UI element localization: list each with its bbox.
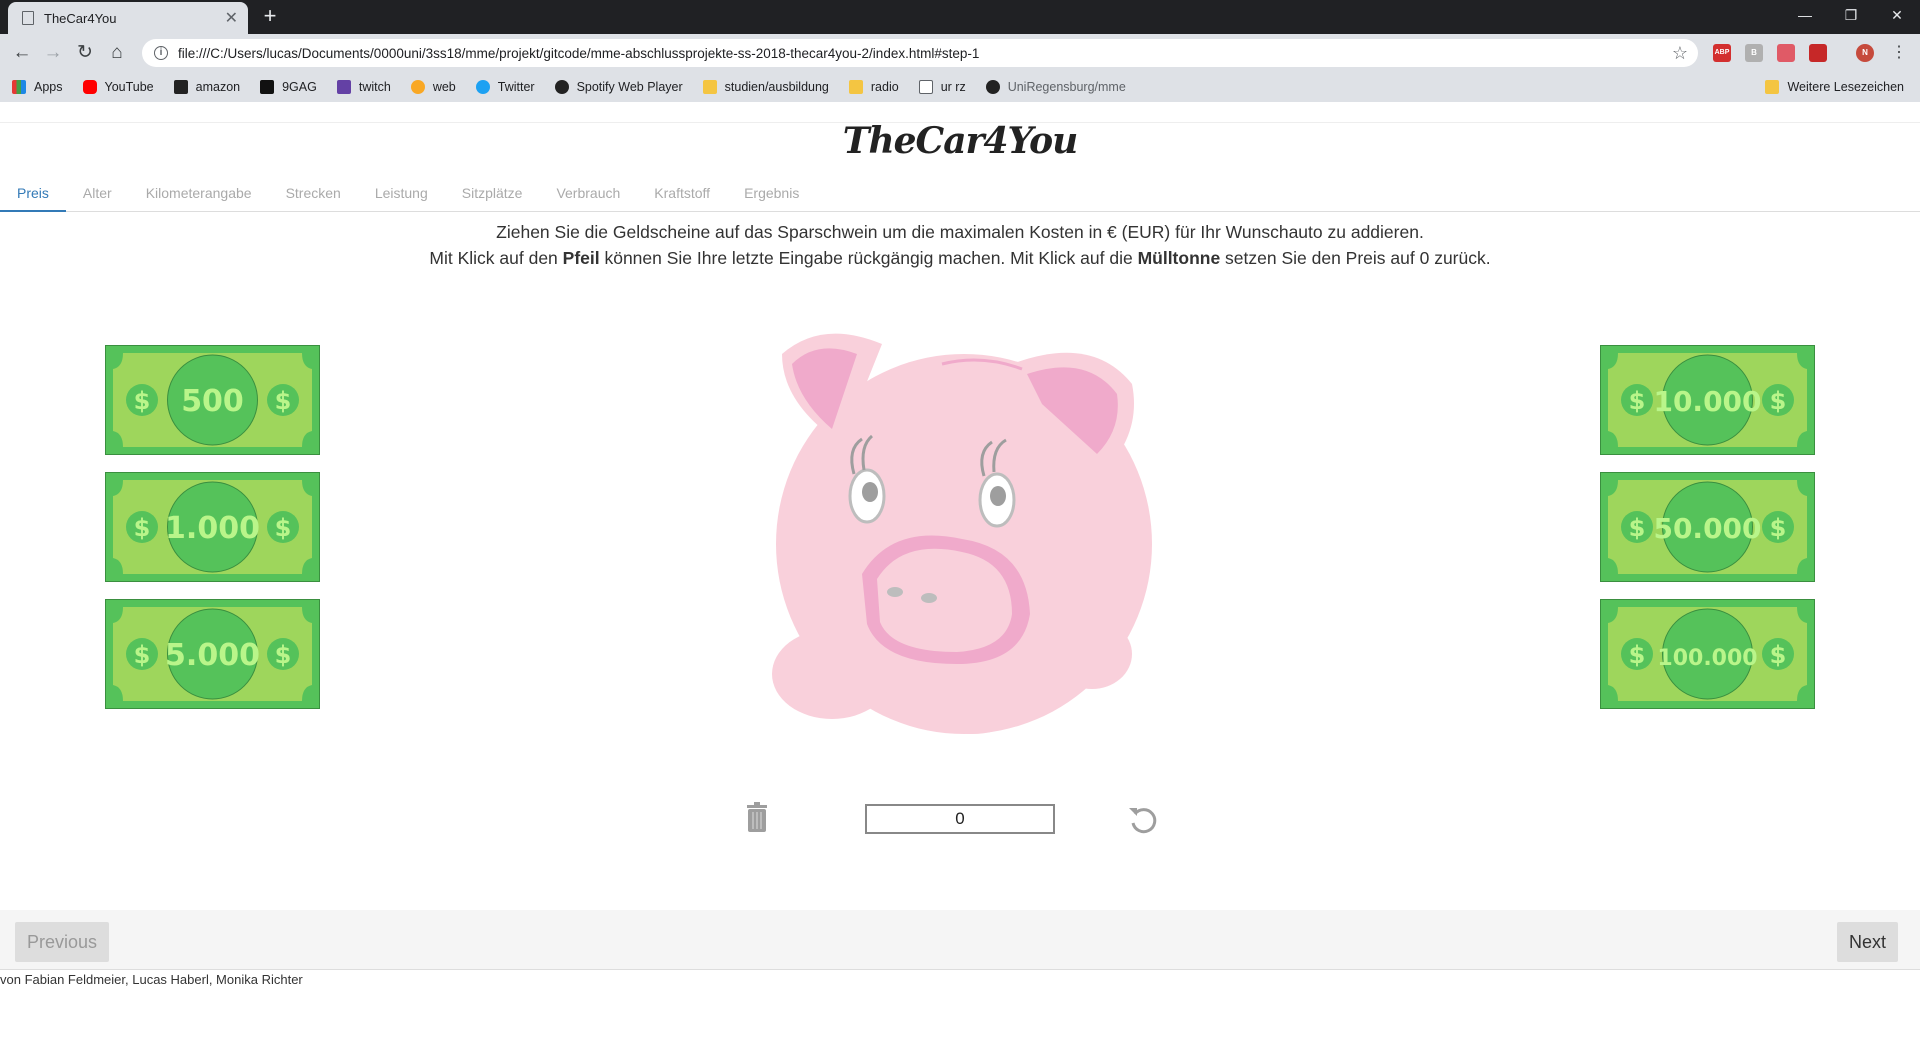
bookmarks-bar: Apps YouTube amazon 9GAG twitch web Twit… — [0, 72, 1920, 102]
bookmark-other[interactable]: Weitere Lesezeichen — [1753, 72, 1912, 102]
browser-toolbar: ← → ↻ ⌂ i file:///C:/Users/lucas/Documen… — [0, 34, 1920, 72]
money-bill-5000[interactable]: $ $5.000 — [105, 599, 320, 709]
menu-icon[interactable]: ⋮ — [1885, 39, 1913, 67]
undo-arrow-icon[interactable] — [1127, 804, 1157, 834]
money-bill-500[interactable]: $ $500 — [105, 345, 320, 455]
apps-icon — [12, 80, 26, 94]
bookmark-twitch[interactable]: twitch — [325, 72, 399, 102]
address-bar[interactable]: i file:///C:/Users/lucas/Documents/0000u… — [142, 39, 1698, 67]
url-text: file:///C:/Users/lucas/Documents/0000uni… — [178, 45, 980, 61]
bookmark-9gag[interactable]: 9GAG — [248, 72, 325, 102]
profile-avatar[interactable]: N — [1856, 44, 1874, 62]
reload-icon[interactable]: ↻ — [71, 39, 99, 67]
tab-leistung[interactable]: Leistung — [358, 178, 445, 212]
dollar-sign-icon: $ — [275, 514, 292, 542]
instruction-line-2: Mit Klick auf den Pfeil können Sie Ihre … — [429, 247, 1491, 268]
money-bill-10000[interactable]: $ $10.000 — [1600, 345, 1815, 455]
bill-value: 10.000 — [1653, 385, 1761, 418]
bookmark-youtube[interactable]: YouTube — [71, 72, 162, 102]
bookmark-star-icon[interactable]: ☆ — [1672, 43, 1688, 64]
bookmark-radio[interactable]: radio — [837, 72, 907, 102]
folder-icon — [1765, 80, 1780, 94]
close-window-icon[interactable]: ✕ — [1874, 0, 1920, 30]
tab-verbrauch[interactable]: Verbrauch — [539, 178, 637, 212]
dollar-sign-icon: $ — [1629, 641, 1646, 669]
dollar-sign-icon: $ — [275, 641, 292, 669]
bookmark-spotify[interactable]: Spotify Web Player — [543, 72, 691, 102]
money-bill-100000[interactable]: $ $100.000 — [1600, 599, 1815, 709]
info-icon[interactable]: i — [154, 46, 168, 60]
bookmark-uniregensburg[interactable]: UniRegensburg/mme — [974, 72, 1134, 102]
bill-value: 1.000 — [165, 511, 260, 546]
dollar-sign-icon: $ — [134, 387, 151, 415]
page-content: TheCar4You Preis Alter Kilometerangabe S… — [0, 102, 1920, 1040]
tab-kilometerangabe[interactable]: Kilometerangabe — [129, 178, 269, 212]
dollar-sign-icon: $ — [1770, 514, 1787, 542]
money-bill-1000[interactable]: $ $1.000 — [105, 472, 320, 582]
web-icon — [410, 80, 425, 94]
extension-red-icon[interactable] — [1809, 44, 1827, 62]
page-icon — [918, 80, 933, 94]
folder-icon — [848, 80, 863, 94]
restore-icon[interactable]: ❐ — [1828, 0, 1874, 30]
bookmark-apps[interactable]: Apps — [0, 72, 71, 102]
dollar-sign-icon: $ — [1770, 387, 1787, 415]
github-icon — [985, 80, 1000, 94]
instructions: Ziehen Sie die Geldscheine auf das Spars… — [0, 220, 1920, 271]
tab-kraftstoff[interactable]: Kraftstoff — [637, 178, 727, 212]
extension-b-icon[interactable]: B — [1745, 44, 1763, 62]
tab-strecken[interactable]: Strecken — [269, 178, 358, 212]
home-icon[interactable]: ⌂ — [103, 39, 131, 67]
browser-tab-bar: TheCar4You ✕ + — ❐ ✕ — [0, 0, 1920, 34]
tab-alter[interactable]: Alter — [66, 178, 129, 212]
extension-calendar-icon[interactable] — [1777, 44, 1795, 62]
bill-value: 100.000 — [1657, 646, 1757, 671]
document-icon — [22, 11, 34, 25]
wizard-navigation: Previous Next — [0, 910, 1920, 970]
bookmark-amazon[interactable]: amazon — [162, 72, 248, 102]
minimize-icon[interactable]: — — [1782, 0, 1828, 30]
step-tabs: Preis Alter Kilometerangabe Strecken Lei… — [0, 178, 1920, 212]
dollar-sign-icon: $ — [1629, 514, 1646, 542]
price-sum-field: 0 — [865, 804, 1055, 834]
dollar-sign-icon: $ — [134, 514, 151, 542]
close-tab-icon[interactable]: ✕ — [225, 8, 238, 28]
money-bill-50000[interactable]: $ $50.000 — [1600, 472, 1815, 582]
spotify-icon — [554, 80, 569, 94]
bookmark-studien[interactable]: studien/ausbildung — [691, 72, 837, 102]
instruction-line-1: Ziehen Sie die Geldscheine auf das Spars… — [496, 222, 1424, 242]
forward-icon[interactable]: → — [39, 39, 67, 67]
trash-icon[interactable] — [745, 802, 769, 832]
tab-title: TheCar4You — [44, 10, 117, 26]
piggy-bank[interactable] — [762, 324, 1162, 734]
folder-icon — [702, 80, 717, 94]
twitch-icon — [336, 80, 351, 94]
twitter-icon — [475, 80, 490, 94]
bill-value: 50.000 — [1653, 512, 1761, 545]
new-tab-button[interactable]: + — [258, 4, 282, 28]
adblock-icon[interactable]: ABP — [1713, 44, 1731, 62]
tab-preis[interactable]: Preis — [0, 178, 66, 212]
dollar-sign-icon: $ — [275, 387, 292, 415]
bookmark-web[interactable]: web — [399, 72, 464, 102]
bill-value: 5.000 — [165, 638, 260, 673]
dollar-sign-icon: $ — [134, 641, 151, 669]
youtube-icon — [82, 80, 97, 94]
site-logo[interactable]: TheCar4You — [0, 120, 1920, 162]
next-button[interactable]: Next — [1836, 922, 1898, 962]
bill-value: 500 — [181, 384, 244, 419]
tab-sitzplaetze[interactable]: Sitzplätze — [445, 178, 540, 212]
footer-credits: von Fabian Feldmeier, Lucas Haberl, Moni… — [0, 972, 303, 987]
browser-tab[interactable]: TheCar4You ✕ — [8, 2, 248, 34]
bookmark-twitter[interactable]: Twitter — [464, 72, 543, 102]
bookmark-ur-rz[interactable]: ur rz — [907, 72, 974, 102]
dollar-sign-icon: $ — [1629, 387, 1646, 415]
amazon-icon — [173, 80, 188, 94]
dollar-sign-icon: $ — [1770, 641, 1787, 669]
previous-button[interactable]: Previous — [15, 922, 110, 962]
9gag-icon — [260, 80, 275, 94]
back-icon[interactable]: ← — [8, 39, 36, 67]
tab-ergebnis[interactable]: Ergebnis — [727, 178, 816, 212]
